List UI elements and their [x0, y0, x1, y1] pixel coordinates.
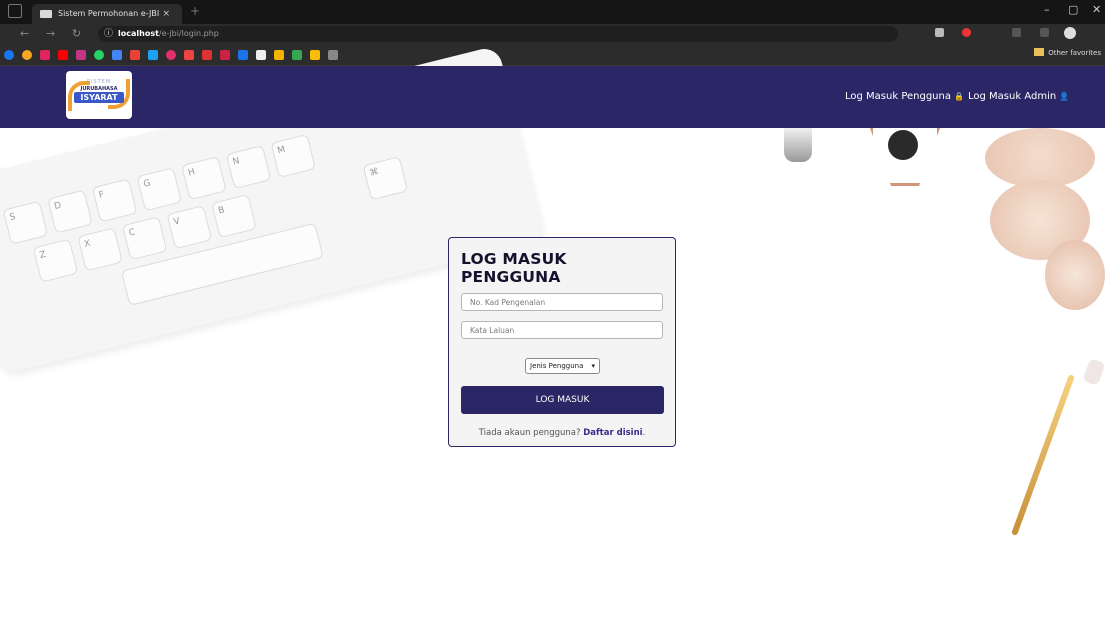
- bookmark-icon[interactable]: [328, 50, 338, 60]
- other-favorites-label: Other favorites: [1048, 49, 1101, 57]
- url-path: /e-jbi/login.php: [158, 29, 219, 38]
- collections-icon[interactable]: [1040, 28, 1049, 37]
- url-host: localhost: [118, 29, 159, 38]
- tab-favicon-icon: [40, 10, 52, 18]
- keyboard-key: Z: [32, 238, 79, 283]
- keyboard-key: H: [181, 156, 227, 201]
- logo-text: SISTEM: [86, 79, 112, 85]
- bookmark-icon[interactable]: [310, 50, 320, 60]
- bookmark-icon[interactable]: [238, 50, 248, 60]
- browser-tab-bar: Sistem Permohonan e-JBI × + – ▢ ✕: [0, 0, 1105, 24]
- keyboard-key: V: [166, 205, 213, 250]
- user-icon: 👤: [1059, 92, 1070, 101]
- pen-gem-decoration: [1082, 357, 1105, 387]
- tab-title: Sistem Permohonan e-JBI: [58, 9, 160, 18]
- keyboard-key: D: [47, 189, 93, 234]
- lamp-frame: [870, 128, 940, 186]
- signup-link[interactable]: Daftar disini: [583, 428, 642, 438]
- flower-decoration: [1045, 240, 1105, 310]
- tab-actions-icon[interactable]: [8, 4, 22, 18]
- nav-user-login-link[interactable]: Log Masuk Pengguna 🔒: [845, 91, 964, 102]
- extension-icon[interactable]: [935, 28, 944, 37]
- bookmark-icon[interactable]: [292, 50, 302, 60]
- browser-tab[interactable]: Sistem Permohonan e-JBI ×: [32, 4, 182, 24]
- bookmark-instagram-icon[interactable]: [166, 50, 176, 60]
- tab-close-icon[interactable]: ×: [162, 4, 170, 24]
- bookmarks-bar: Other favorites: [0, 44, 1105, 66]
- reload-icon[interactable]: ↻: [72, 27, 81, 40]
- bookmark-icon[interactable]: [220, 50, 230, 60]
- bookmark-icon[interactable]: [256, 50, 266, 60]
- bookmark-icon[interactable]: [22, 50, 32, 60]
- statue-decoration: [784, 128, 812, 162]
- new-tab-icon[interactable]: +: [190, 4, 200, 18]
- ic-number-input[interactable]: [461, 293, 663, 311]
- lamp-decoration: [862, 128, 952, 190]
- signup-prompt-text: Tiada akaun pengguna?: [478, 428, 581, 438]
- bookmark-whatsapp-icon[interactable]: [94, 50, 104, 60]
- bookmark-facebook-icon[interactable]: [4, 50, 14, 60]
- password-input[interactable]: [461, 321, 663, 339]
- logo-text: ISYARAT: [74, 92, 124, 103]
- keyboard-key: ⌘: [362, 156, 409, 201]
- site-header: SISTEM JURUBAHASA ISYARAT Log Masuk Peng…: [0, 66, 1105, 128]
- bookmark-youtube-icon[interactable]: [58, 50, 68, 60]
- keyboard-key: B: [211, 193, 257, 239]
- bookmark-twitter-icon[interactable]: [148, 50, 158, 60]
- signup-prompt: Tiada akaun pengguna? Daftar disini.: [449, 428, 675, 438]
- folder-icon: [1034, 48, 1045, 56]
- bookmark-icon[interactable]: [76, 50, 86, 60]
- nav-user-login-label: Log Masuk Pengguna: [845, 91, 951, 102]
- login-title: LOG MASUK PENGGUNA: [461, 250, 567, 286]
- bookmark-drive-icon[interactable]: [274, 50, 284, 60]
- bookmark-docs-icon[interactable]: [112, 50, 122, 60]
- bookmark-gmail-icon[interactable]: [130, 50, 140, 60]
- bookmark-icon[interactable]: [184, 50, 194, 60]
- url-input[interactable]: ⓘ localhost/e-jbi/login.php: [98, 26, 898, 42]
- maximize-icon[interactable]: ▢: [1068, 3, 1078, 16]
- forward-icon[interactable]: →: [46, 27, 55, 40]
- keyboard-key: C: [121, 216, 168, 261]
- user-type-select[interactable]: Jenis Pengguna ▾: [525, 358, 600, 374]
- signup-suffix: .: [642, 428, 646, 438]
- pen-decoration: [1011, 374, 1075, 536]
- favorites-icon[interactable]: [1012, 28, 1021, 37]
- close-window-icon[interactable]: ✕: [1092, 3, 1101, 16]
- keyboard-key: S: [2, 200, 49, 245]
- keyboard-key: M: [270, 133, 316, 179]
- other-favorites-folder[interactable]: Other favorites: [1034, 48, 1101, 57]
- bookmark-icon[interactable]: [40, 50, 50, 60]
- chevron-down-icon: ▾: [591, 362, 595, 370]
- back-icon[interactable]: ←: [20, 27, 29, 40]
- minimize-icon[interactable]: –: [1044, 3, 1050, 16]
- nav-admin-login-link[interactable]: Log Masuk Admin 👤: [968, 91, 1069, 102]
- site-info-icon[interactable]: ⓘ: [104, 26, 113, 42]
- nav-admin-login-label: Log Masuk Admin: [968, 91, 1057, 102]
- profile-avatar[interactable]: [1064, 27, 1076, 39]
- keyboard-key: G: [136, 167, 183, 212]
- opera-extension-icon[interactable]: [962, 28, 971, 37]
- flower-decoration: [985, 128, 1095, 188]
- address-bar-row: ← → ↻ ⓘ localhost/e-jbi/login.php: [0, 24, 1105, 44]
- lock-icon: 🔒: [954, 92, 965, 101]
- bookmark-icon[interactable]: [202, 50, 212, 60]
- user-type-selected: Jenis Pengguna: [530, 362, 584, 370]
- login-button[interactable]: LOG MASUK: [461, 386, 664, 414]
- keyboard-key: N: [225, 145, 272, 190]
- keyboard-key: X: [77, 227, 123, 272]
- keyboard-key: F: [91, 178, 138, 223]
- site-logo[interactable]: SISTEM JURUBAHASA ISYARAT: [66, 71, 132, 119]
- login-card: LOG MASUK PENGGUNA Jenis Pengguna ▾ LOG …: [448, 237, 676, 447]
